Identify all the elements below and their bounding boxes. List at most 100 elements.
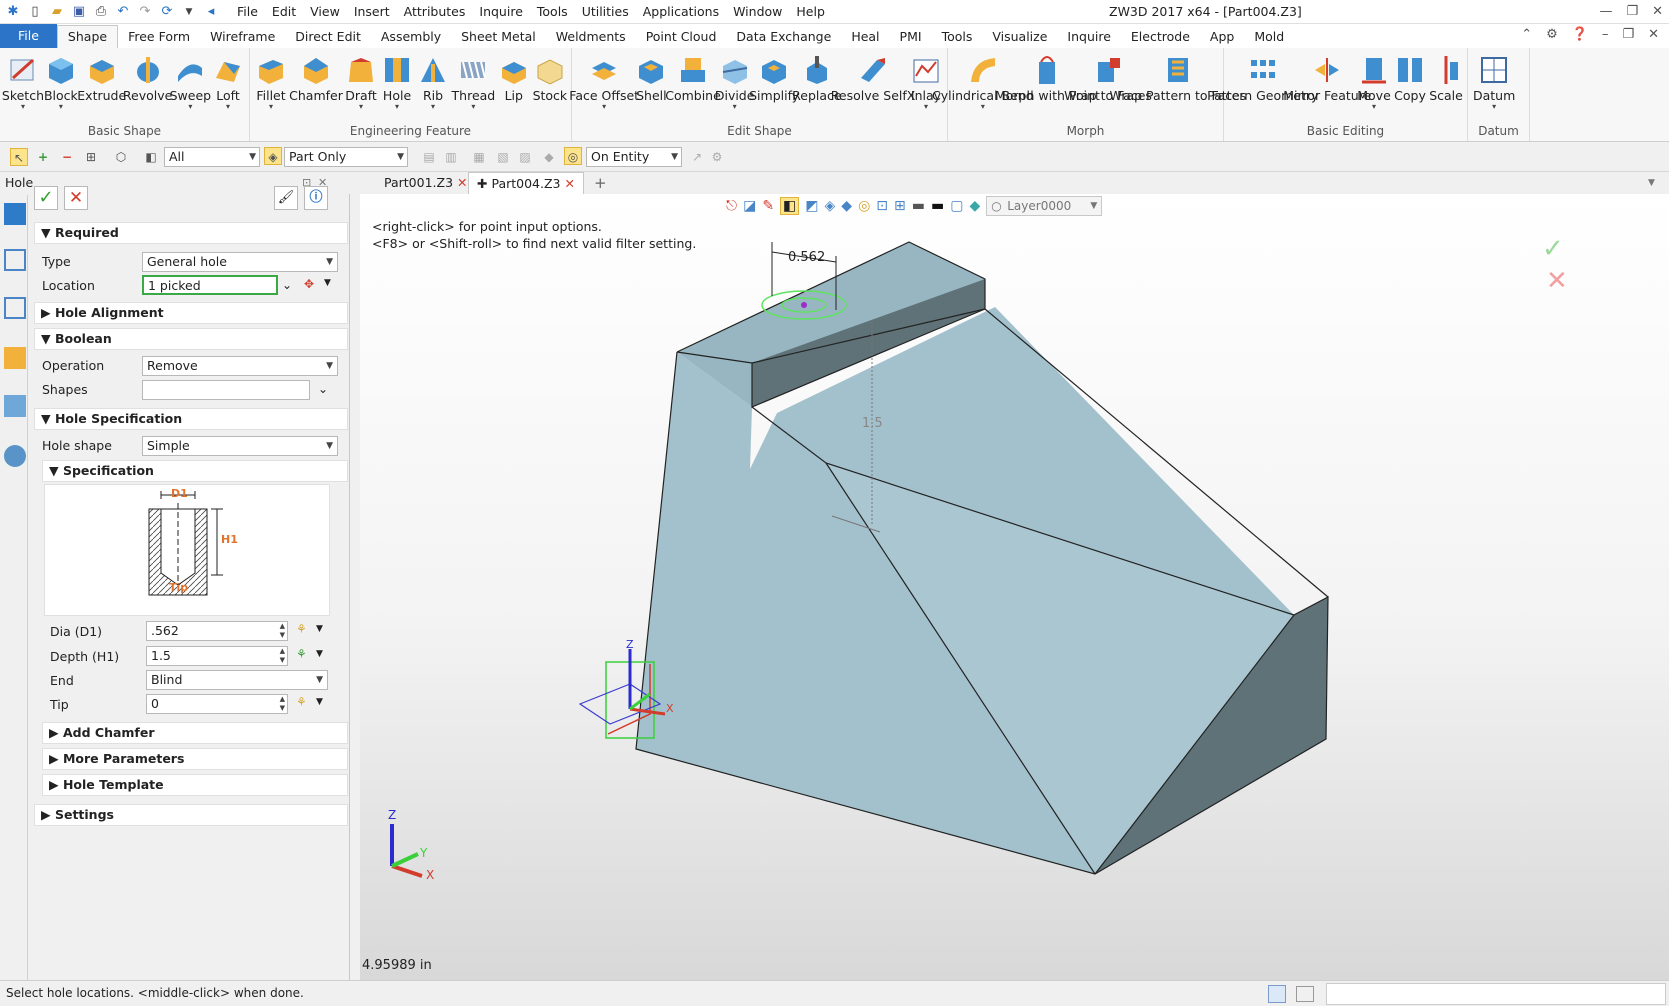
tab-heal[interactable]: Heal	[841, 25, 889, 48]
status-list-icon[interactable]	[1296, 986, 1314, 1002]
doc-tab-part001[interactable]: Part001.Z3 ✕	[376, 172, 476, 194]
manager-icon[interactable]	[4, 203, 26, 225]
tab-file[interactable]: File	[0, 24, 57, 48]
tab-shape[interactable]: Shape	[56, 25, 119, 48]
depth-input[interactable]: 1.5 ▲ ▼	[146, 646, 288, 666]
copy-button[interactable]: Copy	[1392, 52, 1428, 103]
history-tree-icon[interactable]	[4, 249, 26, 271]
tab-wireframe[interactable]: Wireframe	[200, 25, 285, 48]
menu-view[interactable]: View	[303, 0, 347, 24]
repeat-icon[interactable]: ⟳	[158, 3, 176, 21]
chamfer-button[interactable]: Chamfer	[289, 52, 343, 103]
cancel-button[interactable]: ✕	[64, 186, 88, 210]
face-offset-button[interactable]: Face Offset ▾	[569, 52, 639, 111]
image-icon[interactable]	[4, 395, 26, 417]
simplify-button[interactable]: Simplify	[749, 52, 799, 103]
3d-viewport[interactable]: ⎋ ◪ ✎ ◧ ◩ ◈ ◆ ◎ ⊡ ⊞ ▬ ▬ ▢ ◆ ○ Layer0000 ▼ …	[360, 194, 1669, 980]
section-hole-specification[interactable]: ▼ Hole Specification	[34, 408, 348, 430]
mini-close-icon[interactable]: ✕	[1648, 27, 1659, 42]
location-pick-icon[interactable]: ✥	[304, 277, 314, 291]
revolve-button[interactable]: Revolve	[123, 52, 172, 103]
menu-edit[interactable]: Edit	[265, 0, 303, 24]
section-add-chamfer[interactable]: ▶ Add Chamfer	[42, 722, 348, 744]
menu-file[interactable]: File	[230, 0, 265, 24]
mirror-feature-button[interactable]: Mirror Feature	[1283, 52, 1371, 103]
location-dropdown-icon[interactable]: ▼	[324, 278, 331, 288]
ribbon-collapse-icon[interactable]: ⌃	[1521, 27, 1532, 42]
tab-tools[interactable]: Tools	[932, 25, 983, 48]
mini-minimize-icon[interactable]: –	[1602, 27, 1609, 42]
back-arrow-icon[interactable]: ◂	[202, 3, 220, 21]
save-icon[interactable]: ▣	[70, 3, 88, 21]
tab-free-form[interactable]: Free Form	[118, 25, 200, 48]
close-tab-icon[interactable]: ✕	[564, 176, 574, 191]
tip-dropdown-icon[interactable]: ▼	[316, 697, 323, 707]
menu-utilities[interactable]: Utilities	[575, 0, 636, 24]
lasso-icon[interactable]: ⬡	[112, 148, 130, 166]
tab-direct-edit[interactable]: Direct Edit	[285, 25, 371, 48]
select-pointer-icon[interactable]: ↖	[10, 148, 28, 166]
section-specification[interactable]: ▼ Specification	[42, 460, 348, 482]
new-file-icon[interactable]: ▯	[26, 3, 44, 21]
clear-brush-icon[interactable]: 🖌	[274, 186, 298, 210]
open-folder-icon[interactable]: ▰	[48, 3, 66, 21]
menu-attributes[interactable]: Attributes	[397, 0, 473, 24]
menu-applications[interactable]: Applications	[636, 0, 726, 24]
redo-icon[interactable]: ↷	[136, 3, 154, 21]
hole-button[interactable]: Hole ▾	[379, 52, 415, 111]
section-required[interactable]: ▼ Required	[34, 222, 348, 244]
section-boolean[interactable]: ▼ Boolean	[34, 328, 348, 350]
remove-selection-icon[interactable]: −	[58, 148, 76, 166]
dimension-diameter[interactable]: 0.562	[788, 250, 825, 265]
location-input[interactable]: 1 picked	[142, 275, 278, 295]
menu-window[interactable]: Window	[726, 0, 789, 24]
datum-button[interactable]: Datum ▾	[1471, 52, 1517, 111]
dimension-depth[interactable]: 1.5	[862, 416, 883, 431]
location-expand-icon[interactable]: ⌄	[282, 278, 292, 292]
tab-inquire[interactable]: Inquire	[1057, 25, 1121, 48]
lip-button[interactable]: Lip	[496, 52, 532, 103]
command-input[interactable]	[1326, 983, 1666, 1005]
close-tab-icon[interactable]: ✕	[457, 175, 467, 190]
snap-icon[interactable]: ↗	[688, 148, 706, 166]
dia-variable-icon[interactable]: ⚘	[296, 622, 307, 636]
section-more-parameters[interactable]: ▶ More Parameters	[42, 748, 348, 770]
snap-settings-icon[interactable]: ⚙	[708, 148, 726, 166]
tab-list-dropdown-icon[interactable]: ▼	[1640, 172, 1663, 194]
part-icon[interactable]	[4, 347, 26, 369]
scale-button[interactable]: Scale	[1428, 52, 1464, 103]
sweep-button[interactable]: Sweep ▾	[170, 52, 211, 111]
viewport-ok-icon[interactable]: ✓	[1542, 234, 1564, 264]
new-tab-icon[interactable]: +	[586, 172, 615, 194]
info-icon[interactable]: ⓘ	[304, 186, 328, 210]
settings-gear-icon[interactable]: ⚙	[1546, 27, 1558, 42]
dia-dropdown-icon[interactable]: ▼	[316, 624, 323, 634]
stock-button[interactable]: Stock	[532, 52, 568, 103]
divide-button[interactable]: Divide ▾	[715, 52, 754, 111]
close-window-icon[interactable]: ✕	[1652, 0, 1663, 24]
tab-weldments[interactable]: Weldments	[546, 25, 636, 48]
section-settings[interactable]: ▶ Settings	[34, 804, 348, 826]
hole-shape-select[interactable]: Simple ▼	[142, 436, 338, 456]
tab-point-cloud[interactable]: Point Cloud	[636, 25, 727, 48]
mini-restore-icon[interactable]: ❐	[1622, 27, 1634, 42]
fillet-button[interactable]: Fillet ▾	[253, 52, 289, 111]
doc-tab-part004[interactable]: ✚ Part004.Z3 ✕	[468, 172, 584, 194]
add-selection-icon[interactable]: +	[34, 148, 52, 166]
filter-option-2-icon[interactable]: ▥	[442, 148, 460, 166]
menu-inquire[interactable]: Inquire	[472, 0, 530, 24]
print-icon[interactable]: ⎙	[92, 3, 110, 21]
operation-select[interactable]: Remove ▼	[142, 356, 338, 376]
app-logo-icon[interactable]: ✱	[4, 3, 22, 21]
assembly-tree-icon[interactable]	[4, 297, 26, 319]
block-button[interactable]: Block ▾	[43, 52, 79, 111]
dia-input[interactable]: .562 ▲ ▼	[146, 621, 288, 641]
tip-variable-icon[interactable]: ⚘	[296, 695, 307, 709]
part-scope-icon[interactable]: ◈	[264, 147, 282, 165]
minimize-icon[interactable]: —	[1599, 0, 1612, 24]
combine-button[interactable]: Combine	[665, 52, 721, 103]
restore-icon[interactable]: ❐	[1626, 0, 1638, 24]
tab-sheet-metal[interactable]: Sheet Metal	[451, 25, 546, 48]
type-select[interactable]: General hole ▼	[142, 252, 338, 272]
tab-app[interactable]: App	[1200, 25, 1244, 48]
